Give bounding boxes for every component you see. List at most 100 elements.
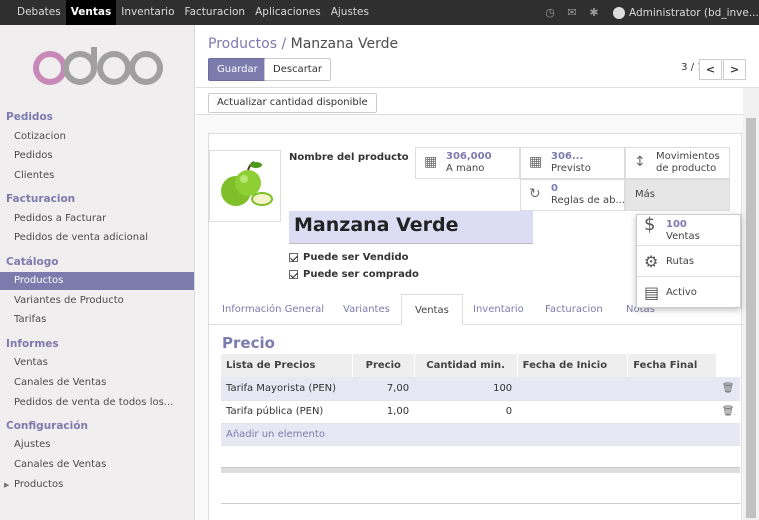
sidebar-item-tarifas[interactable]: Tarifas — [0, 311, 194, 329]
rules-value: 0 — [551, 183, 558, 194]
table-row[interactable]: Tarifa pública (PEN) 1,00 0 🗑 — [221, 400, 740, 424]
app-menu: Debates Ventas Inventario Facturacion Ap… — [0, 0, 374, 25]
sales-label: Ventas — [666, 231, 700, 242]
odoo-logo[interactable] — [28, 41, 168, 91]
on-hand-button[interactable]: ▦ 306,000 A mano — [415, 147, 520, 179]
tab-facturacion[interactable]: Facturacion — [532, 294, 616, 325]
more-button[interactable]: Más — [625, 179, 730, 211]
scrollbar[interactable] — [743, 88, 759, 520]
sidebar-item-cotizacion[interactable]: Cotizacion — [0, 128, 194, 146]
arrows-vertical-icon: ↕ — [634, 154, 646, 170]
active-toggle-button[interactable]: ▤ Activo — [637, 277, 740, 308]
menu-ventas[interactable]: Ventas — [65, 0, 117, 25]
sidebar-item-variantes[interactable]: Variantes de Producto — [0, 292, 194, 310]
add-line-link[interactable]: Añadir un elemento — [221, 423, 740, 446]
add-line-row[interactable]: Añadir un elemento — [221, 423, 740, 446]
cell-price[interactable]: 1,00 — [352, 400, 415, 424]
table-footer — [221, 467, 740, 473]
sidebar-item-pedidos-todos[interactable]: Pedidos de venta de todos los... — [0, 394, 194, 412]
product-name-input[interactable]: Manzana Verde — [289, 211, 533, 244]
menu-inventario[interactable]: Inventario — [116, 0, 179, 25]
sidebar-item-pedidos-a-facturar[interactable]: Pedidos a Facturar — [0, 210, 194, 228]
cell-end-date[interactable] — [627, 377, 717, 401]
menu-ajustes[interactable]: Ajustes — [326, 0, 374, 25]
sidebar-item-canales-ventas[interactable]: Canales de Ventas — [0, 374, 194, 392]
reorder-rules-button[interactable]: ↻ 0 Reglas de ab... — [520, 179, 625, 211]
product-image[interactable] — [209, 150, 281, 222]
pager-next-button[interactable]: > — [723, 59, 746, 80]
column-actions — [716, 354, 740, 377]
cell-min-qty[interactable]: 100 — [414, 377, 518, 401]
update-quantity-button[interactable]: Actualizar cantidad disponible — [208, 93, 377, 113]
save-button[interactable]: Guardar — [208, 58, 267, 81]
forecast-value: 306... — [551, 151, 584, 162]
cell-end-date[interactable] — [627, 400, 717, 424]
breadcrumb: Productos / Manzana Verde — [208, 36, 398, 52]
column-end-date[interactable]: Fecha Final — [627, 354, 718, 377]
systray: ◷ ✉ ✱ Administrator (bd_inve... — [539, 0, 759, 25]
scrollbar-thumb[interactable] — [746, 118, 756, 518]
control-panel: Productos / Manzana Verde Guardar Descar… — [196, 25, 759, 88]
tab-ventas[interactable]: Ventas — [401, 294, 463, 325]
building-icon: ▦ — [424, 154, 438, 170]
cell-min-qty[interactable]: 0 — [414, 400, 518, 424]
tab-informacion-general[interactable]: Información General — [209, 294, 337, 325]
chat-icon[interactable]: ✉ — [561, 6, 583, 19]
table-row[interactable]: Tarifa Mayorista (PEN) 7,00 100 🗑 — [221, 377, 740, 401]
breadcrumb-current: Manzana Verde — [290, 36, 399, 52]
cell-start-date[interactable] — [517, 400, 628, 424]
checkbox-checked-icon[interactable] — [289, 269, 298, 279]
user-menu[interactable]: Administrator (bd_inve... — [629, 7, 759, 19]
top-navbar: Debates Ventas Inventario Facturacion Ap… — [0, 0, 759, 25]
clock-icon[interactable]: ◷ — [539, 6, 561, 19]
sidebar-item-pedidos[interactable]: Pedidos — [0, 147, 194, 165]
menu-facturacion[interactable]: Facturacion — [180, 0, 251, 25]
sidebar-item-ventas[interactable]: Ventas — [0, 354, 194, 372]
avatar[interactable] — [613, 6, 625, 19]
cell-price[interactable]: 7,00 — [352, 377, 415, 401]
can-be-sold-label: Puede ser Vendido — [303, 252, 409, 263]
sidebar-item-productos[interactable]: Productos — [0, 272, 194, 290]
can-be-purchased-checkbox[interactable]: Puede ser comprado — [289, 269, 419, 280]
tab-variantes[interactable]: Variantes — [330, 294, 403, 325]
sidebar-item-pedidos-venta-adicional[interactable]: Pedidos de venta adicional — [0, 229, 194, 247]
moves-label-line2: de producto — [656, 163, 717, 174]
pager-previous-button[interactable]: < — [699, 59, 722, 80]
separator — [221, 503, 740, 504]
menu-aplicaciones[interactable]: Aplicaciones — [250, 0, 326, 25]
forecast-button[interactable]: ▦ 306... Previsto — [520, 147, 625, 179]
tab-inventario[interactable]: Inventario — [460, 294, 537, 325]
breadcrumb-parent[interactable]: Productos / — [208, 36, 286, 52]
column-min-qty[interactable]: Cantidad min. — [414, 354, 518, 377]
building-icon: ▦ — [529, 154, 543, 170]
trash-icon[interactable]: 🗑 — [716, 377, 740, 401]
checkbox-checked-icon[interactable] — [289, 252, 298, 262]
sidebar-item-ajustes[interactable]: Ajustes — [0, 436, 194, 454]
column-price[interactable]: Precio — [352, 354, 415, 377]
cell-pricelist[interactable]: Tarifa pública (PEN) — [221, 400, 353, 424]
sales-button[interactable]: $ 100 Ventas — [637, 215, 740, 246]
cell-pricelist[interactable]: Tarifa Mayorista (PEN) — [221, 377, 353, 401]
routes-button[interactable]: ⚙ Rutas — [637, 246, 740, 277]
trash-icon[interactable]: 🗑 — [716, 400, 740, 424]
sidebar-item-productos-config[interactable]: ▶ Productos — [0, 476, 194, 494]
cell-start-date[interactable] — [517, 377, 628, 401]
column-start-date[interactable]: Fecha de Inicio — [517, 354, 629, 377]
forecast-label: Previsto — [551, 163, 591, 174]
section-pedidos: Pedidos — [6, 111, 53, 123]
discard-button[interactable]: Descartar — [264, 58, 331, 81]
active-label: Activo — [666, 287, 697, 298]
main-content: Productos / Manzana Verde Guardar Descar… — [196, 25, 759, 520]
section-facturacion: Facturacion — [6, 193, 76, 205]
menu-debates[interactable]: Debates — [12, 0, 66, 25]
section-configuracion: Configuración — [6, 420, 88, 432]
column-pricelist[interactable]: Lista de Precios — [221, 354, 353, 377]
on-hand-label: A mano — [446, 163, 485, 174]
sidebar-item-clientes[interactable]: Clientes — [0, 167, 194, 185]
apple-image — [221, 161, 273, 206]
rules-label: Reglas de ab... — [551, 195, 624, 206]
bug-icon[interactable]: ✱ — [583, 6, 605, 19]
sidebar-item-canales-ventas-config[interactable]: Canales de Ventas — [0, 456, 194, 474]
can-be-sold-checkbox[interactable]: Puede ser Vendido — [289, 252, 409, 263]
product-moves-button[interactable]: ↕ Movimientos de producto — [625, 147, 730, 179]
